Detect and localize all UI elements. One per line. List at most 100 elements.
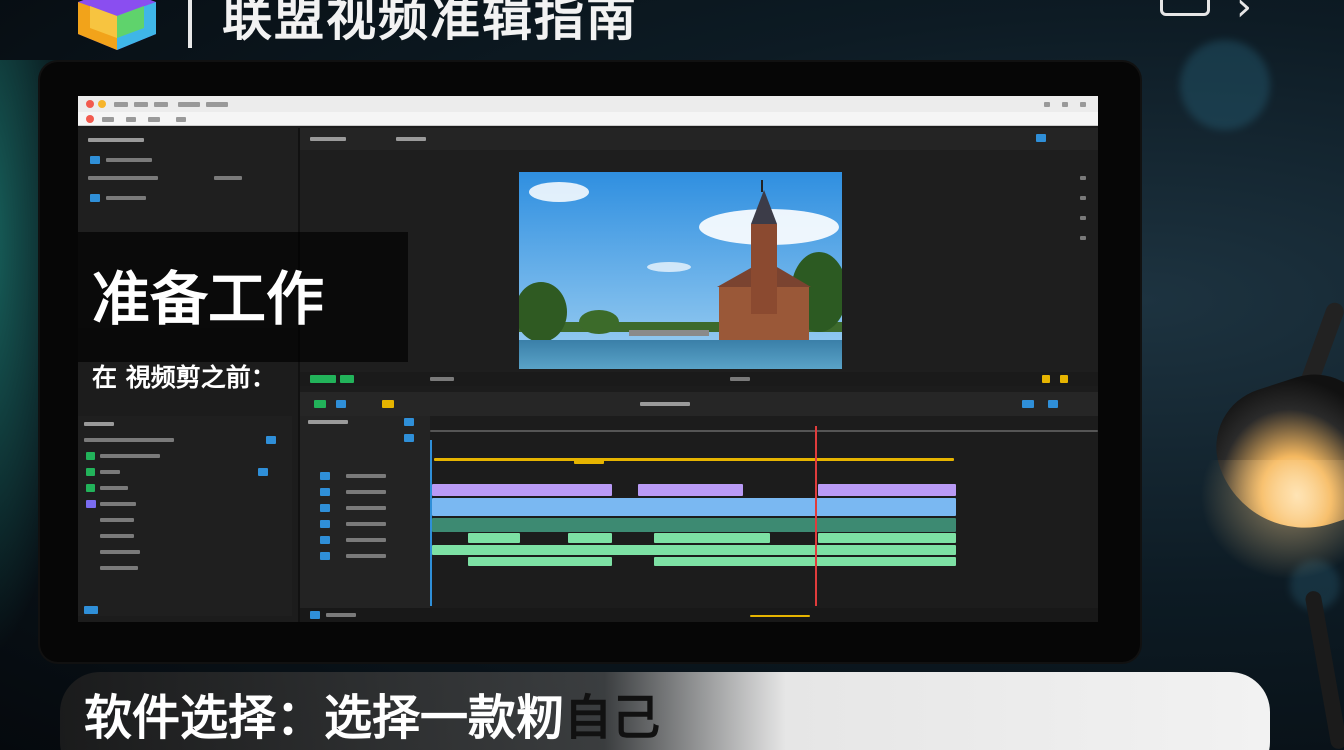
audio-clip-green[interactable] [818, 533, 956, 543]
effect-item[interactable] [100, 518, 134, 522]
audio-clip-green[interactable] [468, 557, 612, 566]
track-name [346, 474, 386, 478]
window-control[interactable] [1044, 102, 1050, 107]
track-lock-icon[interactable] [320, 472, 330, 480]
title-clip[interactable] [434, 458, 954, 461]
preview-footer [300, 372, 1098, 386]
video-clip-purple[interactable] [818, 484, 956, 496]
side-control[interactable] [1080, 216, 1086, 220]
track-lock-icon[interactable] [320, 488, 330, 496]
play-button[interactable] [314, 400, 326, 408]
status-indicator [310, 375, 336, 383]
timeline-ruler [430, 430, 1098, 432]
side-control[interactable] [1080, 196, 1086, 200]
timecode [640, 402, 690, 406]
status-label [326, 613, 356, 617]
title-clip[interactable] [574, 458, 604, 464]
footer-label [730, 377, 750, 381]
media-item[interactable] [88, 176, 158, 180]
header: 联盟视频准辑指南 › [0, 0, 1344, 60]
video-clip-purple[interactable] [432, 484, 612, 496]
effects-footer-icon[interactable] [84, 606, 98, 614]
track-header-label [308, 420, 348, 424]
titlebar-tab[interactable] [154, 102, 168, 107]
effect-item[interactable] [100, 566, 138, 570]
toolbar-toggle-icon[interactable] [1036, 134, 1046, 142]
track-header-icon[interactable] [404, 418, 414, 426]
track-headers [300, 416, 430, 616]
caption-part: 籾 [516, 690, 565, 746]
effect-icon [86, 452, 95, 460]
menu-item[interactable] [126, 117, 136, 122]
status-icon[interactable] [310, 611, 320, 619]
view-toggle-icon[interactable] [1048, 400, 1058, 408]
panel-title [84, 422, 114, 426]
track-name [346, 522, 386, 526]
preview-side-controls [1078, 176, 1090, 376]
effect-item[interactable] [100, 470, 120, 474]
audio-clip-green[interactable] [654, 533, 770, 543]
media-item[interactable] [214, 176, 242, 180]
menu-item[interactable] [176, 117, 186, 122]
lamp-glow [1200, 460, 1344, 580]
effect-icon [86, 484, 95, 492]
effect-item[interactable] [100, 486, 128, 490]
audio-clip-green[interactable] [432, 545, 956, 555]
status-indicator [340, 375, 354, 383]
playhead[interactable] [815, 426, 817, 606]
media-item[interactable] [106, 158, 152, 162]
video-clip-blue[interactable] [432, 498, 956, 516]
track-header-icon[interactable] [404, 434, 414, 442]
media-item-icon [90, 194, 100, 202]
effects-panel [78, 416, 292, 616]
track-lock-icon[interactable] [320, 536, 330, 544]
media-item[interactable] [106, 196, 146, 200]
cube-logo-icon [78, 0, 156, 50]
effect-icon [86, 468, 95, 476]
window-control[interactable] [1080, 102, 1086, 107]
menu-item[interactable] [102, 117, 114, 122]
loop-button[interactable] [336, 400, 346, 408]
titlebar-tab[interactable] [134, 102, 148, 107]
media-item-icon [90, 156, 100, 164]
track-lock-icon[interactable] [320, 520, 330, 528]
effect-item[interactable] [100, 534, 134, 538]
track-name [346, 554, 386, 558]
effect-icon [86, 500, 96, 508]
side-control[interactable] [1080, 236, 1086, 240]
screen-icon[interactable] [1160, 0, 1210, 16]
preview-image [519, 172, 842, 369]
chevron-right-icon[interactable]: › [1236, 0, 1252, 30]
status-indicator [1060, 375, 1068, 383]
effect-icon [258, 468, 268, 476]
minimize-window-button[interactable] [98, 100, 106, 108]
preview-frame [519, 172, 842, 369]
effect-item[interactable] [100, 454, 160, 458]
video-clip-purple[interactable] [638, 484, 743, 496]
track-lock-icon[interactable] [320, 504, 330, 512]
effect-item[interactable] [100, 550, 140, 554]
audio-clip-teal[interactable] [432, 518, 956, 532]
timeline-area [430, 416, 1098, 616]
audio-clip-green[interactable] [468, 533, 520, 543]
caption-text: 软件选择：选择一款籾自己 [84, 678, 660, 748]
track-lock-icon[interactable] [320, 552, 330, 560]
titlebar-tab[interactable] [206, 102, 228, 107]
window-control[interactable] [1062, 102, 1068, 107]
audio-clip-green[interactable] [654, 557, 956, 566]
marker-button[interactable] [382, 400, 394, 408]
track-name [346, 538, 386, 542]
side-control[interactable] [1080, 176, 1086, 180]
titlebar-tab[interactable] [114, 102, 128, 107]
view-toggle-icon[interactable] [1022, 400, 1034, 408]
audio-clip-green[interactable] [568, 533, 612, 543]
close-window-button[interactable] [86, 100, 94, 108]
menu-item[interactable] [148, 117, 160, 122]
titlebar-tab[interactable] [178, 102, 200, 107]
preview-toolbar-label [396, 137, 426, 141]
effect-item[interactable] [100, 502, 136, 506]
preview-toolbar-label [310, 137, 346, 141]
effect-item[interactable] [84, 438, 174, 442]
zoom-bar[interactable] [750, 615, 810, 617]
menu-bar [78, 112, 1098, 126]
